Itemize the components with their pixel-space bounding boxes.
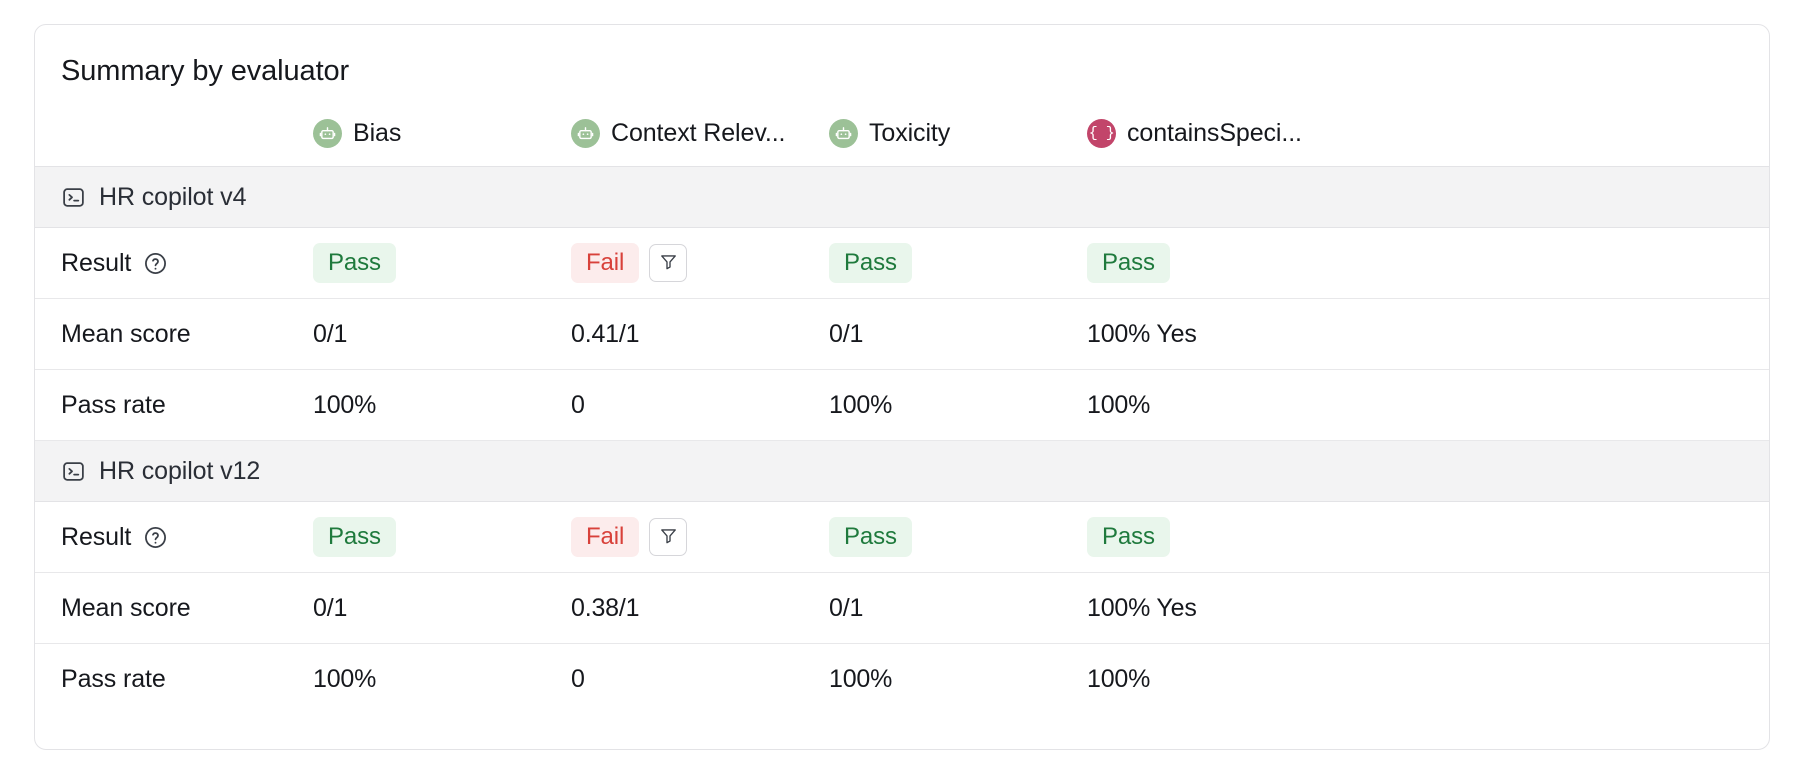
status-badge: Pass bbox=[829, 517, 912, 557]
row-label-cell: Pass rate bbox=[35, 644, 313, 715]
group-name: HR copilot v4 bbox=[99, 182, 247, 211]
group-row[interactable]: HR copilot v4 bbox=[35, 166, 1769, 228]
cell-value: 100% Yes bbox=[1087, 319, 1197, 348]
cell-value: 0.38/1 bbox=[571, 593, 640, 622]
help-circle-icon[interactable] bbox=[143, 525, 168, 550]
code-braces-glyph: { } bbox=[1088, 124, 1115, 142]
mean-score-cell-context-relevance: 0.38/1 bbox=[571, 572, 829, 644]
pass-rate-cell-context-relevance: 0 bbox=[571, 644, 829, 715]
table-row: Result Pass Fail Pass Pass bbox=[35, 501, 1769, 573]
pass-rate-cell-containsspecific: 100% bbox=[1087, 644, 1769, 715]
mean-score-cell-context-relevance: 0.41/1 bbox=[571, 298, 829, 370]
robot-icon bbox=[829, 118, 858, 148]
status-badge: Fail bbox=[571, 243, 640, 283]
mean-score-cell-bias: 0/1 bbox=[313, 298, 571, 370]
cell-value: 100% bbox=[1087, 664, 1151, 693]
column-header-context-relevance[interactable]: Context Relev... bbox=[571, 104, 829, 167]
row-label-text: Pass rate bbox=[61, 664, 166, 693]
table-header-row: Bias Context Relev... Toxicity {} conta… bbox=[35, 104, 1769, 167]
robot-icon bbox=[313, 118, 342, 148]
pass-rate-cell-toxicity: 100% bbox=[829, 369, 1087, 441]
filter-button[interactable] bbox=[649, 244, 688, 282]
group-row-cell[interactable]: HR copilot v12 bbox=[35, 440, 1769, 502]
column-header-label: Context Relev... bbox=[611, 118, 786, 147]
table-row: Pass rate 100% 0 100% 100% bbox=[35, 644, 1769, 715]
column-header-bias[interactable]: Bias bbox=[313, 104, 571, 167]
table-row: Mean score 0/1 0.41/1 0/1 100% Yes bbox=[35, 298, 1769, 370]
filter-button[interactable] bbox=[649, 518, 688, 556]
pass-rate-cell-bias: 100% bbox=[313, 644, 571, 715]
row-label-text: Mean score bbox=[61, 593, 191, 622]
column-header-label: Toxicity bbox=[869, 118, 951, 147]
status-badge: Pass bbox=[313, 517, 396, 557]
row-label-cell: Result bbox=[35, 227, 313, 299]
cell-value: 0 bbox=[571, 664, 585, 693]
result-cell-containsspecific: Pass bbox=[1087, 501, 1769, 573]
group-row-cell[interactable]: HR copilot v4 bbox=[35, 166, 1769, 228]
row-label-cell: Mean score bbox=[35, 572, 313, 644]
group-row[interactable]: HR copilot v12 bbox=[35, 440, 1769, 502]
status-badge: Fail bbox=[571, 517, 640, 557]
cell-value: 100% bbox=[313, 664, 377, 693]
filter-icon bbox=[659, 526, 678, 548]
filter-icon bbox=[659, 252, 678, 274]
table-row: Result Pass Fail Pass Pass bbox=[35, 227, 1769, 299]
result-cell-context-relevance: Fail bbox=[571, 227, 829, 299]
column-header-label: Bias bbox=[353, 118, 402, 147]
column-header-containsspecific[interactable]: { } containsSpeci... bbox=[1087, 104, 1769, 167]
mean-score-cell-containsspecific: 100% Yes bbox=[1087, 298, 1769, 370]
help-circle-icon[interactable] bbox=[143, 251, 168, 276]
cell-value: 100% Yes bbox=[1087, 593, 1197, 622]
cell-value: 100% bbox=[829, 664, 893, 693]
terminal-icon bbox=[61, 185, 86, 210]
row-label-cell: Pass rate bbox=[35, 369, 313, 441]
row-label-text: Mean score bbox=[61, 319, 191, 348]
robot-icon bbox=[571, 118, 600, 148]
result-cell-context-relevance: Fail bbox=[571, 501, 829, 573]
table-row: Mean score 0/1 0.38/1 0/1 100% Yes bbox=[35, 572, 1769, 644]
cell-value: 0.41/1 bbox=[571, 319, 640, 348]
result-cell-toxicity: Pass bbox=[829, 501, 1087, 573]
result-cell-containsspecific: Pass bbox=[1087, 227, 1769, 299]
mean-score-cell-toxicity: 0/1 bbox=[829, 298, 1087, 370]
table-row: Pass rate 100% 0 100% 100% bbox=[35, 369, 1769, 441]
terminal-icon bbox=[61, 459, 86, 484]
cell-value: 0/1 bbox=[313, 319, 348, 348]
cell-value: 100% bbox=[1087, 390, 1151, 419]
cell-value: 0 bbox=[571, 390, 585, 419]
pass-rate-cell-context-relevance: 0 bbox=[571, 369, 829, 441]
pass-rate-cell-containsspecific: 100% bbox=[1087, 369, 1769, 441]
column-header-label: containsSpeci... bbox=[1127, 118, 1302, 147]
column-header-toxicity[interactable]: Toxicity bbox=[829, 104, 1087, 167]
row-label-text: Result bbox=[61, 522, 132, 551]
status-badge: Pass bbox=[1087, 517, 1170, 557]
cell-value: 100% bbox=[829, 390, 893, 419]
header-corner-cell bbox=[35, 104, 313, 167]
cell-value: 100% bbox=[313, 390, 377, 419]
status-badge: Pass bbox=[829, 243, 912, 283]
status-badge: Pass bbox=[313, 243, 396, 283]
pass-rate-cell-bias: 100% bbox=[313, 369, 571, 441]
summary-table: Bias Context Relev... Toxicity {} conta… bbox=[35, 104, 1769, 714]
page-title: Summary by evaluator bbox=[61, 55, 350, 87]
code-braces-icon: { } bbox=[1087, 118, 1116, 148]
row-label-text: Pass rate bbox=[61, 390, 166, 419]
row-label-cell: Result bbox=[35, 501, 313, 573]
status-badge: Pass bbox=[1087, 243, 1170, 283]
row-label-text: Result bbox=[61, 248, 132, 277]
mean-score-cell-containsspecific: 100% Yes bbox=[1087, 572, 1769, 644]
result-cell-toxicity: Pass bbox=[829, 227, 1087, 299]
mean-score-cell-toxicity: 0/1 bbox=[829, 572, 1087, 644]
cell-value: 0/1 bbox=[829, 593, 864, 622]
cell-value: 0/1 bbox=[829, 319, 864, 348]
mean-score-cell-bias: 0/1 bbox=[313, 572, 571, 644]
result-cell-bias: Pass bbox=[313, 227, 571, 299]
pass-rate-cell-toxicity: 100% bbox=[829, 644, 1087, 715]
summary-by-evaluator-card: Summary by evaluator Bias Context Relev.… bbox=[34, 24, 1770, 750]
result-cell-bias: Pass bbox=[313, 501, 571, 573]
cell-value: 0/1 bbox=[313, 593, 348, 622]
group-name: HR copilot v12 bbox=[99, 456, 261, 485]
row-label-cell: Mean score bbox=[35, 298, 313, 370]
